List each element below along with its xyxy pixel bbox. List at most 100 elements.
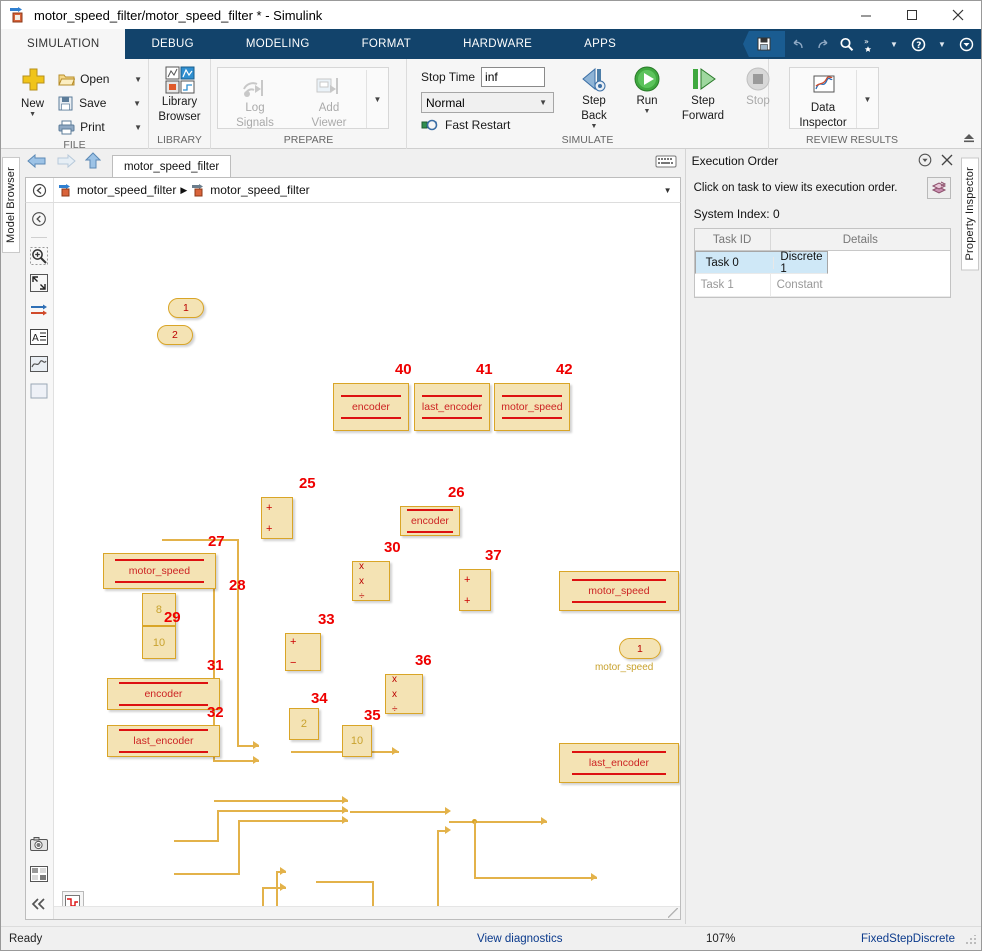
block-constant-35[interactable]: 10	[341, 725, 372, 757]
redo-icon[interactable]	[811, 31, 833, 57]
step-forward-button[interactable]: Step Forward	[672, 63, 734, 123]
editor-tab-motor-speed-filter[interactable]: motor_speed_filter	[111, 155, 232, 177]
save-dropdown-caret[interactable]: ▼	[133, 99, 141, 108]
step-back-button[interactable]: Step Back ▼	[566, 63, 622, 130]
block-sum-37[interactable]: + +	[458, 569, 491, 611]
undo-icon[interactable]	[787, 31, 809, 57]
log-signals-button[interactable]: Log Signals	[218, 70, 292, 130]
fast-restart-toggle[interactable]: Fast Restart	[421, 118, 554, 132]
block-data-store-41[interactable]: last_encoder	[413, 383, 490, 431]
zoom-in-icon[interactable]	[30, 247, 49, 265]
block-product-30[interactable]: x x ÷	[351, 561, 390, 602]
scope-icon[interactable]	[30, 355, 49, 373]
collapse-icon[interactable]	[30, 895, 48, 913]
window-resize-grip[interactable]	[965, 935, 976, 946]
canvas-horizontal-scrollbar[interactable]	[53, 906, 680, 919]
tab-debug[interactable]: DEBUG	[125, 29, 219, 59]
save-button[interactable]: Save ▼	[58, 91, 142, 115]
block-data-store-39[interactable]: last_encoder	[558, 743, 679, 783]
camera-icon[interactable]	[30, 835, 49, 853]
block-data-store-27[interactable]: motor_speed	[102, 553, 216, 589]
chevron-down-icon: ▼	[539, 98, 547, 107]
block-sum-25[interactable]: + +	[260, 497, 293, 539]
breadcrumb-dropdown-caret[interactable]: ▼	[664, 186, 672, 195]
search-icon[interactable]	[835, 31, 857, 57]
block-data-store-38[interactable]: motor_speed	[558, 571, 679, 611]
tab-apps[interactable]: APPS	[558, 29, 642, 59]
log-signals-label-line1: Log	[245, 102, 265, 114]
run-dropdown-caret[interactable]: ▼	[644, 108, 651, 115]
tab-simulation[interactable]: SIMULATION	[1, 29, 126, 59]
input-port-2[interactable]: 2	[156, 325, 193, 345]
block-constant-29[interactable]: 10	[141, 626, 176, 659]
input-port-1[interactable]: 1	[167, 298, 204, 318]
simulation-mode-select[interactable]: Normal ▼	[421, 92, 554, 113]
block-sum-33[interactable]: + −	[284, 633, 321, 671]
tab-hardware[interactable]: HARDWARE	[437, 29, 558, 59]
sidebar-item-model-browser[interactable]: Model Browser	[1, 157, 20, 253]
close-button[interactable]	[935, 1, 981, 29]
table-row[interactable]: Task 1 Constant	[694, 274, 951, 297]
minimize-button[interactable]	[843, 1, 889, 29]
save-icon[interactable]	[743, 31, 785, 57]
block-label: motor_speed	[128, 565, 191, 577]
signal-line	[349, 811, 414, 813]
data-inspector-button[interactable]: Data Inspector	[790, 70, 856, 130]
maximize-button[interactable]	[889, 1, 935, 29]
block-diagram-canvas[interactable]: encoder 40 last_encoder 41 motor_speed 42 + +25…	[53, 203, 680, 919]
sort-order-icon[interactable]	[927, 177, 952, 199]
block-data-store-32[interactable]: last_encoder	[106, 725, 220, 757]
solver-label[interactable]: FixedStepDiscrete	[861, 933, 955, 945]
review-more-caret[interactable]: ▼	[856, 70, 878, 128]
favorites-icon[interactable]: »	[859, 31, 881, 57]
sidebar-item-property-inspector[interactable]: Property Inspector	[961, 157, 979, 271]
annotation-icon[interactable]: A	[30, 328, 49, 346]
keyboard-icon[interactable]	[655, 155, 677, 171]
block-data-store-40[interactable]: encoder	[332, 383, 409, 431]
collapse-ribbon-icon[interactable]	[962, 132, 976, 147]
close-icon[interactable]	[941, 154, 953, 169]
open-button[interactable]: Open ▼	[58, 67, 142, 91]
legend-icon[interactable]	[30, 865, 49, 883]
stop-time-input[interactable]	[481, 67, 546, 87]
print-dropdown-caret[interactable]: ▼	[134, 123, 142, 132]
new-dropdown-caret[interactable]: ▼	[29, 111, 36, 118]
step-forward-label-line2: Forward	[681, 110, 725, 122]
print-button[interactable]: Print ▼	[58, 115, 142, 139]
view-diagnostics-link[interactable]: View diagnostics	[477, 933, 562, 945]
subsystem-block-icon[interactable]	[30, 382, 48, 400]
block-data-store-42[interactable]: motor_speed	[493, 383, 570, 431]
new-button[interactable]: New ▼	[7, 64, 58, 118]
help-dropdown-icon[interactable]: ▼	[931, 31, 953, 57]
step-back-dropdown-caret[interactable]: ▼	[591, 123, 598, 130]
breadcrumb-item-0[interactable]: motor_speed_filter	[54, 183, 180, 197]
add-viewer-button[interactable]: Add Viewer	[292, 70, 366, 130]
tab-modeling[interactable]: MODELING	[220, 29, 336, 59]
output-port-1[interactable]: 1	[618, 638, 661, 659]
step-back-label-line2: Back	[581, 110, 607, 122]
help-icon[interactable]: ?	[907, 31, 929, 57]
block-data-store-31[interactable]: encoder	[106, 678, 220, 710]
prepare-more-caret[interactable]: ▼	[366, 70, 388, 128]
nav-up-icon[interactable]	[84, 152, 102, 174]
nav-forward-icon[interactable]	[56, 153, 76, 173]
nav-back-icon[interactable]	[27, 153, 47, 173]
fit-to-view-icon[interactable]	[30, 274, 49, 292]
favorites-dropdown-icon[interactable]: ▼	[883, 31, 905, 57]
open-dropdown-caret[interactable]: ▼	[134, 75, 142, 84]
zoom-level[interactable]: 107%	[706, 933, 735, 945]
ribbon-expand-icon[interactable]	[955, 31, 977, 57]
tab-format[interactable]: FORMAT	[336, 29, 438, 59]
breadcrumb-back-icon[interactable]	[26, 178, 54, 202]
block-constant-34[interactable]: 2	[288, 708, 319, 740]
navigate-back-icon[interactable]	[30, 210, 48, 228]
library-browser-button[interactable]: Library Browser	[155, 64, 204, 124]
run-button[interactable]: Run ▼	[622, 63, 672, 115]
block-data-store-26[interactable]: encoder	[399, 506, 460, 536]
panel-dropdown-icon[interactable]	[918, 153, 932, 170]
table-row[interactable]: Task 0 Discrete 1	[694, 251, 828, 275]
block-product-36[interactable]: x x ÷	[384, 674, 423, 715]
port-signal-icon[interactable]	[30, 301, 48, 319]
breadcrumb-item-1[interactable]: motor_speed_filter	[187, 183, 313, 197]
canvas-resize-grip[interactable]	[667, 908, 678, 918]
